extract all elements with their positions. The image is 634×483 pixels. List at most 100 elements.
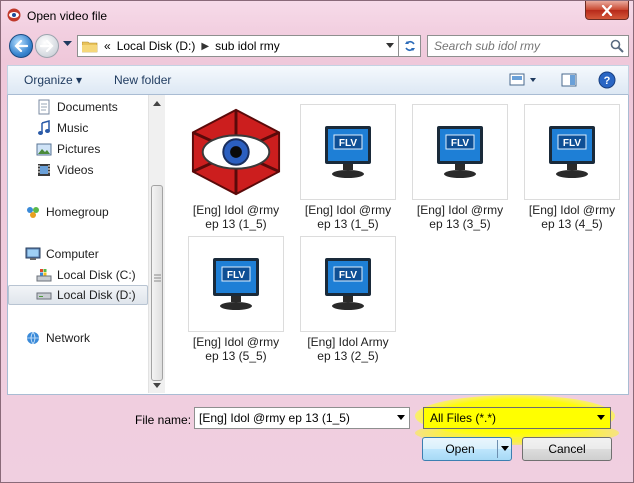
scrollbar-thumb[interactable]: [151, 185, 163, 381]
content-area: Documents Music Pictures Videos Homegrou…: [7, 95, 629, 395]
sidebar-item-label: Local Disk (D:): [57, 288, 136, 302]
open-button[interactable]: Open: [422, 437, 512, 461]
sidebar-item-music[interactable]: Music: [8, 118, 148, 138]
forward-button[interactable]: [35, 34, 59, 58]
svg-text:?: ?: [604, 75, 611, 87]
close-button[interactable]: [585, 1, 629, 20]
help-icon[interactable]: ?: [598, 71, 616, 89]
file-name-line-1: [Eng] Idol @rmy: [192, 203, 280, 217]
music-icon: [38, 120, 50, 135]
split-divider: [497, 440, 498, 458]
file-item[interactable]: FLV [Eng] Idol @rmy ep 13 (1_5): [296, 104, 400, 231]
sidebar-item-label: Documents: [57, 100, 118, 114]
file-type-filter-select[interactable]: All Files (*.*): [423, 407, 611, 429]
file-name-line-2: ep 13 (2_5): [317, 349, 379, 363]
sidebar-item-label: Pictures: [57, 142, 101, 156]
file-name-combobox[interactable]: [194, 407, 410, 429]
file-thumbnail: FLV: [188, 236, 284, 332]
flv-file-icon: FLV: [213, 258, 259, 310]
flv-file-icon: FLV: [549, 126, 595, 178]
scroll-down-icon[interactable]: [153, 383, 161, 388]
drive-icon: [36, 292, 52, 300]
breadcrumb-separator-icon[interactable]: ▶: [201, 41, 209, 52]
search-box[interactable]: [427, 35, 629, 57]
network-icon: [27, 331, 39, 345]
file-item[interactable]: FLV [Eng] Idol Army ep 13 (2_5): [296, 236, 400, 363]
change-view-icon[interactable]: [508, 71, 538, 89]
documents-icon: [38, 99, 50, 115]
flv-badge: FLV: [451, 138, 469, 149]
file-name-line-2: ep 13 (3_5): [429, 217, 491, 231]
file-name-line-1: [Eng] Idol @rmy: [416, 203, 504, 217]
title-bar: Open video file: [1, 1, 633, 31]
sidebar-item-local-disk-d[interactable]: Local Disk (D:): [8, 285, 148, 305]
sidebar-item-local-disk-c[interactable]: Local Disk (C:): [8, 265, 148, 285]
file-name-line-2: ep 13 (4_5): [541, 217, 603, 231]
media-player-eye-icon: [7, 8, 21, 22]
file-list: [Eng] Idol @rmy ep 13 (1_5) FLV [Eng] Id…: [166, 95, 628, 393]
sidebar-item-computer[interactable]: Computer: [8, 244, 148, 264]
sidebar-item-network[interactable]: Network: [8, 328, 148, 348]
file-thumbnail: FLV: [300, 236, 396, 332]
breadcrumb-overflow[interactable]: «: [104, 39, 111, 53]
file-item[interactable]: FLV [Eng] Idol @rmy ep 13 (5_5): [184, 236, 288, 363]
file-name-line-2: ep 13 (1_5): [205, 217, 267, 231]
sidebar-item-homegroup[interactable]: Homegroup: [8, 202, 148, 222]
aegisub-eye-icon: [191, 108, 281, 196]
recent-pages-dropdown[interactable]: [63, 41, 72, 47]
sidebar-item-label: Computer: [46, 247, 99, 261]
flv-file-icon: FLV: [325, 258, 371, 310]
flv-file-icon: FLV: [437, 126, 483, 178]
sidebar-item-videos[interactable]: Videos: [8, 160, 148, 180]
file-type-filter-value: All Files (*.*): [430, 411, 497, 425]
back-button[interactable]: [9, 34, 33, 58]
file-item[interactable]: [Eng] Idol @rmy ep 13 (1_5): [184, 104, 288, 231]
chevron-down-icon[interactable]: [501, 446, 509, 451]
file-name-line-2: ep 13 (5_5): [205, 349, 267, 363]
homegroup-icon: [27, 207, 39, 218]
cancel-button[interactable]: Cancel: [522, 437, 612, 461]
chevron-down-icon[interactable]: [386, 43, 394, 48]
flv-badge: FLV: [227, 270, 245, 281]
file-item[interactable]: FLV [Eng] Idol @rmy ep 13 (4_5): [520, 104, 624, 231]
arrow-right-icon: [40, 40, 54, 52]
videos-icon: [38, 164, 50, 176]
sidebar-item-documents[interactable]: Documents: [8, 97, 148, 117]
flv-badge: FLV: [563, 138, 581, 149]
new-folder-button[interactable]: New folder: [114, 73, 171, 87]
chevron-down-icon[interactable]: [597, 415, 605, 420]
flv-file-icon: FLV: [325, 126, 371, 178]
drive-windows-icon: [36, 269, 52, 282]
flv-badge: FLV: [339, 270, 357, 281]
file-name-line-1: [Eng] Idol @rmy: [192, 335, 280, 349]
breadcrumb-local-disk-d[interactable]: Local Disk (D:): [117, 39, 196, 53]
search-icon[interactable]: [610, 39, 624, 53]
breadcrumb-sub-idol-rmy[interactable]: sub idol rmy: [215, 39, 280, 53]
command-toolbar: Organize ▾ New folder ?: [7, 65, 629, 95]
sidebar-item-pictures[interactable]: Pictures: [8, 139, 148, 159]
preview-pane-icon[interactable]: [560, 71, 578, 89]
grip-icon: [154, 274, 161, 282]
organize-menu-button[interactable]: Organize ▾: [24, 73, 82, 87]
file-item[interactable]: FLV [Eng] Idol @rmy ep 13 (3_5): [408, 104, 512, 231]
navigation-pane: Documents Music Pictures Videos Homegrou…: [8, 95, 148, 393]
close-icon: [601, 4, 613, 16]
sidebar-item-label: Local Disk (C:): [57, 268, 136, 282]
scroll-up-icon[interactable]: [153, 101, 161, 106]
window-title: Open video file: [27, 9, 108, 23]
sidebar-scrollbar[interactable]: [148, 95, 165, 393]
sidebar-item-label: Music: [57, 121, 89, 135]
sidebar-item-label: Videos: [57, 163, 94, 177]
address-bar[interactable]: « Local Disk (D:) ▶ sub idol rmy: [77, 35, 399, 57]
file-name-line-1: [Eng] Idol Army: [307, 335, 389, 349]
pictures-icon: [36, 143, 52, 156]
refresh-button[interactable]: [399, 35, 421, 57]
chevron-down-icon[interactable]: [397, 415, 405, 420]
arrow-left-icon: [14, 40, 28, 52]
sidebar-item-label: Homegroup: [46, 205, 109, 219]
sidebar-item-label: Network: [46, 331, 91, 345]
file-name-field[interactable]: [199, 411, 389, 425]
search-input[interactable]: [434, 39, 614, 53]
open-button-label[interactable]: Open: [423, 438, 497, 460]
open-video-file-dialog: Open video file « Local Disk (D:) ▶ sub …: [0, 0, 634, 483]
